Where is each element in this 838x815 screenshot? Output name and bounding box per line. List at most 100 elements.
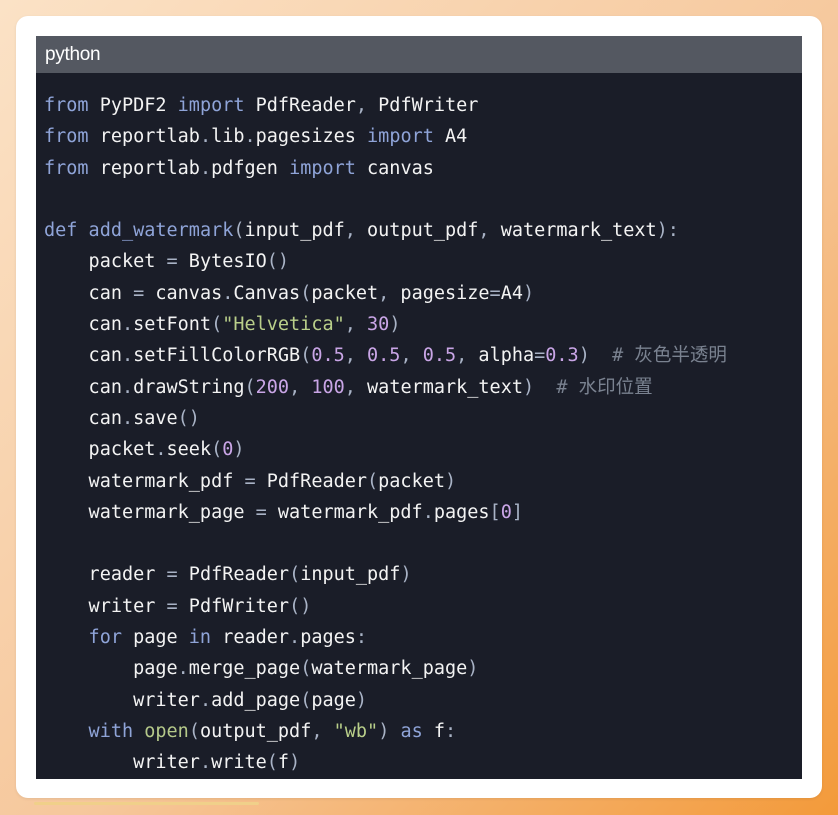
code-block-header: python bbox=[36, 36, 802, 73]
code-token: = bbox=[534, 345, 546, 367]
code-token: canvas bbox=[144, 282, 223, 304]
code-line: for page in reader.pages: bbox=[36, 622, 802, 653]
code-token: watermark_text bbox=[489, 220, 657, 242]
code-token: PdfReader bbox=[177, 564, 290, 586]
code-token: can bbox=[44, 282, 134, 304]
code-token: input_pdf bbox=[244, 220, 345, 242]
code-token: f bbox=[422, 720, 446, 742]
code-token: () bbox=[266, 251, 290, 273]
code-token: ( bbox=[233, 220, 245, 242]
code-token: pdfgen bbox=[211, 157, 290, 179]
code-token: add_page bbox=[211, 689, 301, 711]
code-token: watermark_pdf bbox=[266, 501, 423, 523]
code-token: packet bbox=[44, 439, 156, 461]
code-token: ): bbox=[656, 220, 679, 242]
code-token: . bbox=[422, 501, 434, 523]
code-token: ( bbox=[289, 564, 301, 586]
code-token: . bbox=[155, 439, 167, 461]
code-token: 30 bbox=[355, 314, 390, 336]
code-token: PdfWriter bbox=[367, 95, 479, 116]
code-token: 0 bbox=[222, 439, 234, 461]
code-token: () bbox=[177, 407, 200, 429]
code-body[interactable]: from PyPDF2 import PdfReader, PdfWriter f… bbox=[36, 73, 802, 779]
code-token: 0.5 bbox=[311, 345, 345, 367]
code-token: watermark_pdf bbox=[44, 470, 245, 492]
code-token: PyPDF2 bbox=[99, 95, 167, 116]
code-line: page.merge_page(watermark_page) bbox=[36, 653, 802, 684]
code-token: ] bbox=[511, 501, 523, 523]
code-token: setFillColorRGB bbox=[133, 345, 301, 367]
code-token: . bbox=[177, 658, 189, 680]
code-token: 0.3 bbox=[545, 345, 579, 367]
code-token: from bbox=[44, 95, 89, 116]
code-line: can = canvas.Canvas(packet, pagesize=A4) bbox=[36, 278, 802, 309]
code-token: can bbox=[44, 345, 122, 367]
code-token: pages bbox=[433, 501, 490, 523]
code-token: [ bbox=[489, 501, 501, 523]
code-token: packet bbox=[311, 282, 379, 304]
code-token: import bbox=[177, 95, 245, 116]
code-token: as bbox=[389, 720, 423, 742]
code-line: writer.write(f) bbox=[36, 747, 802, 778]
code-token: alpha bbox=[467, 345, 535, 367]
code-token: . bbox=[244, 126, 256, 148]
code-token: ( bbox=[188, 720, 200, 742]
code-token: setFont bbox=[133, 314, 212, 336]
code-token: writer bbox=[44, 595, 167, 617]
code-token: ) bbox=[355, 689, 368, 711]
code-token: 0 bbox=[500, 501, 512, 523]
code-token: ) bbox=[444, 470, 457, 492]
code-token: output_pdf bbox=[199, 720, 312, 742]
code-token: . bbox=[121, 407, 134, 429]
code-token: . bbox=[121, 345, 134, 367]
code-token: pagesize bbox=[389, 282, 490, 304]
code-token: ( bbox=[300, 658, 312, 680]
code-token: . bbox=[222, 282, 234, 304]
code-token: watermark_page bbox=[44, 501, 256, 523]
code-token: reader bbox=[211, 627, 290, 649]
code-line: can.save() bbox=[36, 403, 802, 434]
code-token: A4 bbox=[500, 282, 523, 304]
code-line: watermark_page = watermark_pdf.pages[0] bbox=[36, 497, 802, 528]
code-line: with open(output_pdf, "wb") as f: bbox=[36, 716, 802, 747]
code-token: output_pdf bbox=[355, 220, 479, 242]
code-token: with bbox=[44, 720, 134, 742]
code-token: : bbox=[445, 720, 457, 742]
code-line: reader = PdfReader(input_pdf) bbox=[36, 559, 802, 590]
code-token: , bbox=[344, 220, 356, 242]
bottom-accent-bar bbox=[34, 802, 259, 805]
code-token: writer bbox=[44, 752, 200, 774]
code-token: 100 bbox=[300, 376, 345, 398]
code-token: add_watermark bbox=[77, 220, 234, 242]
code-token: PdfReader bbox=[244, 95, 356, 116]
code-token: ) bbox=[522, 282, 535, 304]
code-token: import bbox=[289, 157, 356, 179]
code-token: import bbox=[367, 126, 434, 148]
code-token: PdfWriter bbox=[177, 595, 290, 617]
code-line: can.setFillColorRGB(0.5, 0.5, 0.5, alpha… bbox=[36, 340, 802, 371]
code-token: for bbox=[44, 627, 122, 649]
code-token: can bbox=[44, 314, 122, 336]
code-token: , bbox=[456, 345, 468, 367]
code-token: ( bbox=[244, 376, 256, 398]
code-line: can.drawString(200, 100, watermark_text)… bbox=[36, 372, 802, 403]
code-language-label: python bbox=[45, 43, 101, 65]
code-token: . bbox=[289, 627, 301, 649]
code-line: from PyPDF2 import PdfReader, PdfWriter bbox=[36, 90, 802, 121]
code-token: . bbox=[199, 752, 212, 774]
code-token: . bbox=[199, 689, 212, 711]
code-line: from reportlab.lib.pagesizes import A4 bbox=[36, 121, 802, 152]
code-token: , bbox=[478, 220, 490, 242]
code-token: reportlab bbox=[88, 126, 200, 148]
code-token: from bbox=[44, 126, 89, 148]
code-token: pages bbox=[300, 627, 356, 649]
code-token: ) bbox=[400, 564, 412, 586]
code-token: = bbox=[489, 282, 501, 304]
code-token: , bbox=[289, 376, 301, 398]
code-token: . bbox=[199, 126, 212, 148]
code-token: , bbox=[344, 314, 356, 336]
